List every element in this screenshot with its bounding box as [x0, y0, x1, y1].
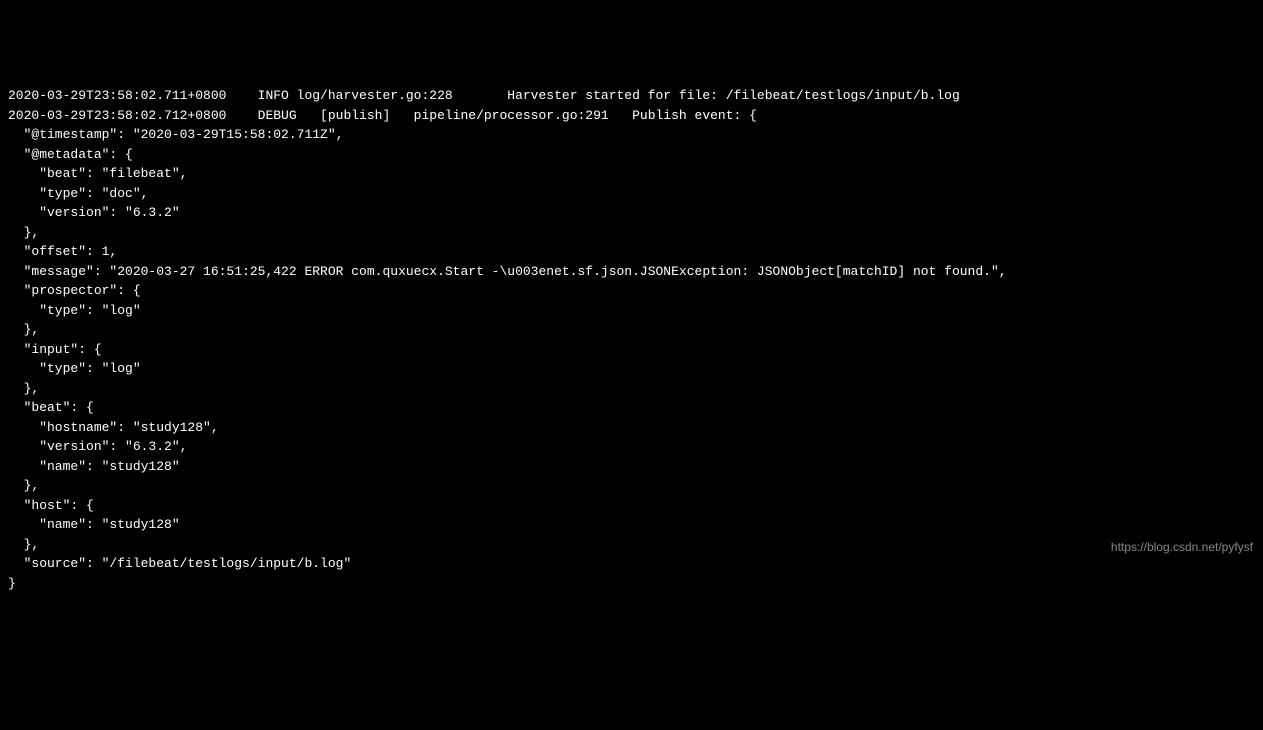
watermark-text: https://blog.csdn.net/pyfysf	[1111, 538, 1253, 556]
log-line: "beat": "filebeat",	[8, 164, 1255, 184]
log-line: "@timestamp": "2020-03-29T15:58:02.711Z"…	[8, 125, 1255, 145]
log-line: }	[8, 574, 1255, 594]
log-line: "message": "2020-03-27 16:51:25,422 ERRO…	[8, 262, 1255, 282]
log-line: },	[8, 320, 1255, 340]
log-line: "name": "study128"	[8, 515, 1255, 535]
log-line: "name": "study128"	[8, 457, 1255, 477]
log-line: },	[8, 535, 1255, 555]
log-line: },	[8, 223, 1255, 243]
log-line: },	[8, 476, 1255, 496]
log-line: "prospector": {	[8, 281, 1255, 301]
log-line: "input": {	[8, 340, 1255, 360]
log-line: "type": "log"	[8, 301, 1255, 321]
log-line: "@metadata": {	[8, 145, 1255, 165]
log-line: "offset": 1,	[8, 242, 1255, 262]
log-line: 2020-03-29T23:58:02.712+0800 DEBUG [publ…	[8, 106, 1255, 126]
log-line: "type": "log"	[8, 359, 1255, 379]
log-line: "version": "6.3.2",	[8, 437, 1255, 457]
log-line: "type": "doc",	[8, 184, 1255, 204]
log-line: "hostname": "study128",	[8, 418, 1255, 438]
terminal-output[interactable]: 2020-03-29T23:58:02.711+0800 INFO log/ha…	[8, 86, 1255, 593]
log-line: "version": "6.3.2"	[8, 203, 1255, 223]
log-line: "beat": {	[8, 398, 1255, 418]
log-line: 2020-03-29T23:58:02.711+0800 INFO log/ha…	[8, 86, 1255, 106]
log-line: "host": {	[8, 496, 1255, 516]
log-line: },	[8, 379, 1255, 399]
log-line: "source": "/filebeat/testlogs/input/b.lo…	[8, 554, 1255, 574]
